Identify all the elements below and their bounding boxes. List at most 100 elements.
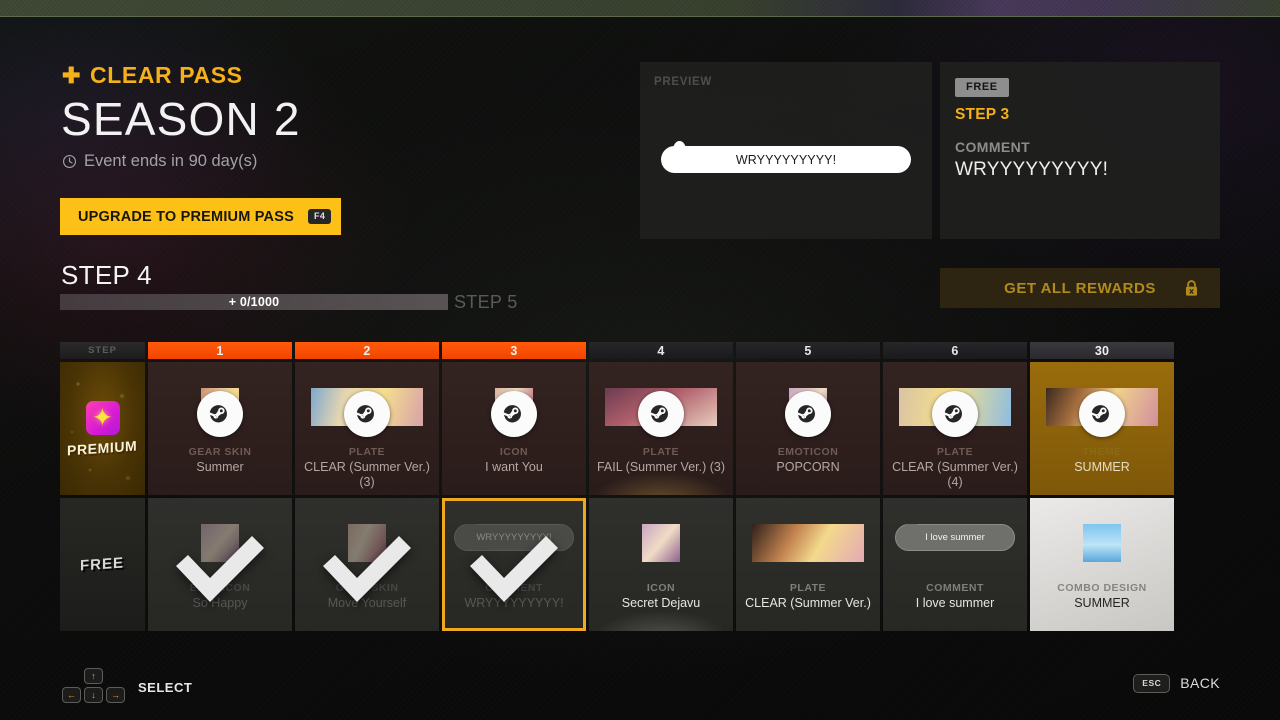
item-name-label: WRYYYYYYYYY! [955,159,1109,180]
step-progress-text: + 0/1000 [228,295,280,309]
preview-label: PREVIEW [654,76,712,88]
mini-speech-bubble: I love summer [895,524,1015,551]
free-reward-card[interactable]: GEAR SKINMove Yourself [295,498,439,631]
item-category: PLATE [348,446,386,458]
item-category: COMBO DESIGN [1057,582,1147,594]
free-label-text: FREE [80,554,125,575]
premium-row-label: ✦ PREMIUM [60,362,145,495]
item-name: I love summer [915,596,995,610]
premium-reward-card[interactable]: PLATE FAIL (Summer Ver.) (3) [589,362,733,495]
item-name: POPCORN [776,460,840,474]
rewards-grid: STEP 1 2 3 4 5 6 30 ✦ PREMIUM GEAR SKIN Summer P… [60,342,1221,631]
claimed-check-icon [317,522,417,608]
item-name: Summer [196,460,244,474]
arrow-up-key[interactable]: ↑ [84,668,103,684]
plus-star-icon: ✚ [62,62,82,88]
steam-lock-icon [1079,391,1125,437]
get-all-rewards-label: GET ALL REWARDS [1004,279,1156,297]
get-all-rewards-button[interactable]: GET ALL REWARDS [940,268,1220,308]
step-header-cell-30[interactable]: 30 [1030,342,1174,359]
item-category: PLATE [936,446,974,458]
step-header-row: STEP 1 2 3 4 5 6 30 [60,342,1221,359]
clear-pass-screen: ✚ CLEAR PASS SEASON 2 Event ends in 90 d… [0,0,1280,720]
arrow-keys-cluster: ↑ ← ↓ → [62,668,126,706]
item-name: CLEAR (Summer Ver.) (3) [304,460,430,489]
free-row: FREE EMOTICONSo HappyGEAR SKINMove Yours… [60,498,1221,631]
item-tier-badge: FREE [955,78,1009,97]
clear-pass-label: CLEAR PASS [90,62,243,88]
free-reward-card[interactable]: ICON Secret Dejavu [589,498,733,631]
item-category-label: COMMENT [955,139,1031,155]
steam-lock-icon [344,391,390,437]
top-hud-strip [0,0,1280,17]
step-progress-bar: + 0/1000 [60,294,448,310]
item-name: SUMMER [1074,596,1130,610]
footer-back-hint[interactable]: ESC BACK [1133,674,1220,693]
item-info-panel: FREE STEP 3 COMMENT WRYYYYYYYYY! [940,62,1220,239]
item-name: I want You [485,460,543,474]
esc-key[interactable]: ESC [1133,674,1171,693]
event-timer-text: Event ends in 90 day(s) [84,152,258,170]
step-header-cell-6[interactable]: 6 [883,342,1027,359]
item-category: THEME [1082,446,1122,458]
premium-star-icon: ✦ [85,401,120,435]
lock-icon [1185,280,1198,296]
item-thumbnail: I love summer [895,524,1015,554]
item-thumbnail [1083,524,1121,562]
upgrade-button-label: UPGRADE TO PREMIUM PASS [78,208,294,225]
step-header-label: STEP [60,342,145,359]
item-name: SUMMER [1074,460,1130,474]
free-row-label: FREE [60,498,145,631]
item-thumbnail [642,524,680,562]
item-category: COMMENT [926,582,984,594]
event-timer: Event ends in 90 day(s) [62,152,257,171]
steam-lock-icon [491,391,537,437]
steam-lock-icon [638,391,684,437]
step-header-cell-5[interactable]: 5 [736,342,880,359]
item-category: EMOTICON [777,446,839,458]
item-category: ICON [646,582,676,594]
premium-reward-card[interactable]: THEME SUMMER [1030,362,1174,495]
premium-reward-card[interactable]: PLATE CLEAR (Summer Ver.) (3) [295,362,439,495]
preview-bubble-text: WRYYYYYYYYY! [735,152,837,167]
free-reward-card[interactable]: COMBO DESIGN SUMMER [1030,498,1174,631]
premium-row: ✦ PREMIUM GEAR SKIN Summer PLATE CLEAR (Sum… [60,362,1221,495]
select-label: SELECT [138,679,193,695]
step-header-cell-4[interactable]: 4 [589,342,733,359]
premium-reward-card[interactable]: PLATE CLEAR (Summer Ver.) (4) [883,362,1027,495]
item-name: FAIL (Summer Ver.) (3) [596,460,726,474]
step-header-cell-3[interactable]: 3 [442,342,586,359]
item-name: CLEAR (Summer Ver.) [745,596,871,610]
steam-lock-icon [197,391,243,437]
clock-icon [63,155,76,168]
claimed-check-icon [464,522,564,608]
footer-select-hint: ↑ ← ↓ → SELECT [62,668,192,706]
free-reward-card[interactable]: I love summer COMMENT I love summer [883,498,1027,631]
premium-reward-card[interactable]: EMOTICON POPCORN [736,362,880,495]
clear-pass-title: ✚ CLEAR PASS [62,62,243,89]
free-reward-card[interactable]: PLATE CLEAR (Summer Ver.) [736,498,880,631]
arrow-left-key[interactable]: ← [62,687,81,703]
steam-lock-icon [785,391,831,437]
arrow-right-key[interactable]: → [106,687,125,703]
item-step-label: STEP 3 [955,106,1010,123]
step-header-cell-1[interactable]: 1 [148,342,292,359]
star-glyph: ✦ [92,403,113,432]
item-category: PLATE [642,446,680,458]
step-header-cell-2[interactable]: 2 [295,342,439,359]
free-reward-card[interactable]: EMOTICONSo Happy [148,498,292,631]
season-title: SEASON 2 [61,93,301,145]
premium-reward-card[interactable]: ICON I want You [442,362,586,495]
premium-reward-card[interactable]: GEAR SKIN Summer [148,362,292,495]
arrow-down-key[interactable]: ↓ [84,687,103,703]
item-thumbnail [752,524,864,562]
back-label: BACK [1180,675,1220,692]
free-reward-card[interactable]: WRYYYYYYYYY!COMMENTWRYYYYYYYYY! [442,498,586,631]
item-name: CLEAR (Summer Ver.) (4) [892,460,1018,489]
upgrade-button-keycap: F4 [307,209,332,224]
mini-bubble-text: I love summer [925,532,985,543]
preview-speech-bubble: WRYYYYYYYYY! [661,141,911,173]
preview-panel: PREVIEW WRYYYYYYYYY! [640,62,932,239]
upgrade-to-premium-pass-button[interactable]: UPGRADE TO PREMIUM PASS F4 [60,198,341,235]
claimed-check-icon [170,522,270,608]
